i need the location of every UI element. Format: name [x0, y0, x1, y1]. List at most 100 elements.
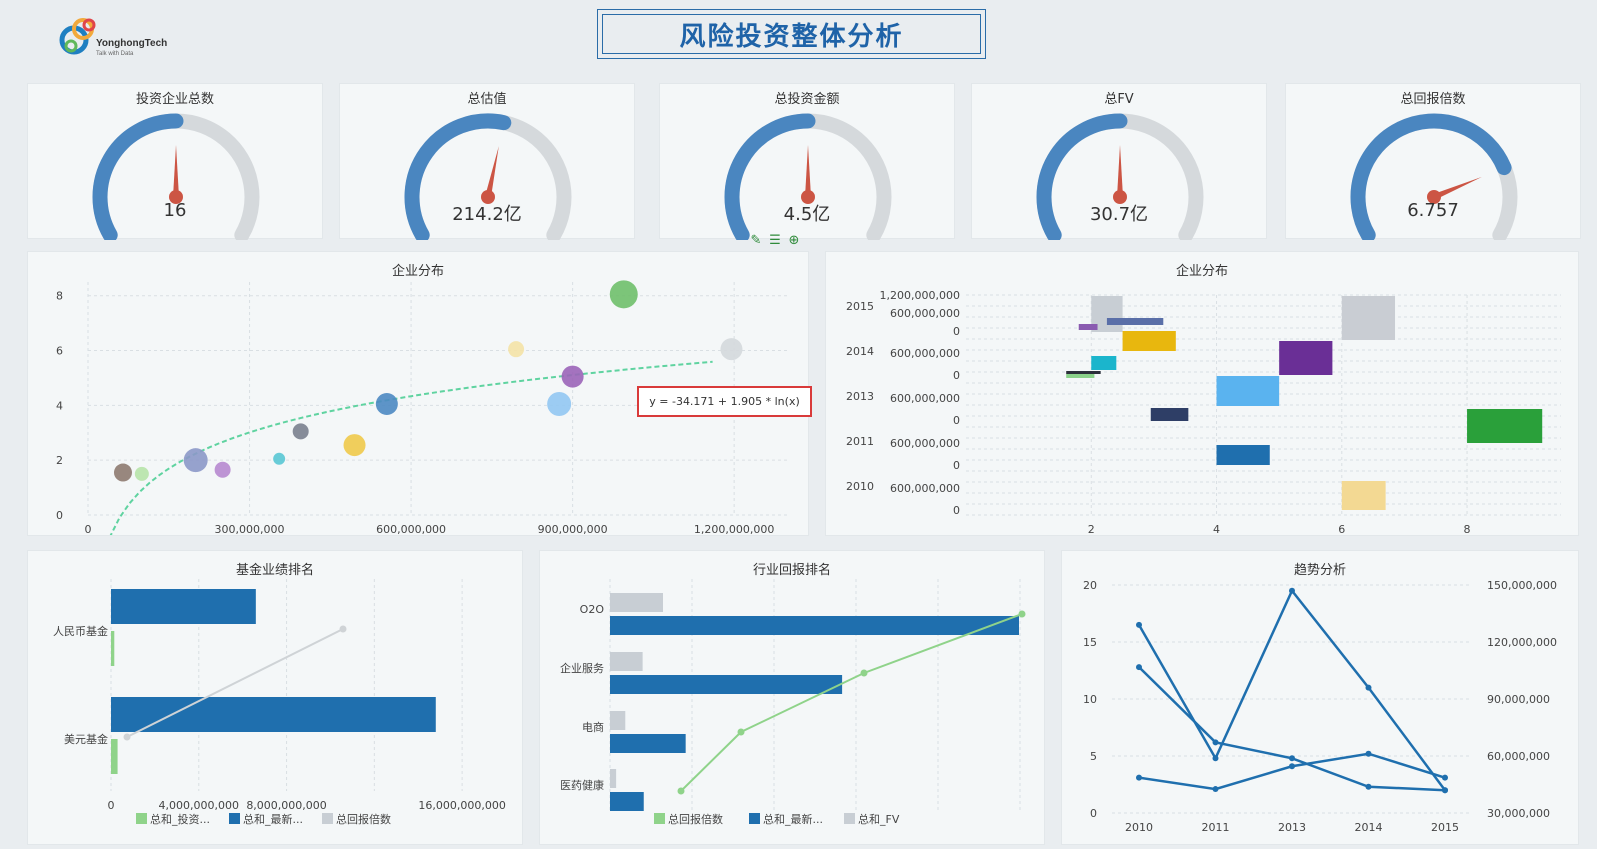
distribution-y-tick: 600,000,000 [890, 392, 960, 405]
trend-y-tick-left: 20 [1083, 579, 1097, 592]
industry-bar-latest [610, 792, 644, 811]
gauge-value: 4.5亿 [783, 204, 831, 225]
gauge-needle [485, 146, 499, 198]
fund-x-tick: 16,000,000,000 [418, 799, 505, 812]
gauge-card: 总估值 214.2亿 [339, 83, 635, 240]
distribution-x-tick: 4 [1213, 523, 1220, 535]
fund-legend-swatch [322, 813, 333, 824]
distribution-y-tick: 0 [953, 325, 960, 338]
trend-series-point [1136, 774, 1142, 781]
scatter-x-tick: 600,000,000 [376, 523, 446, 535]
scatter-point [609, 280, 638, 309]
distribution-bar [1341, 481, 1386, 510]
scatter-point [214, 461, 231, 478]
trend-x-tick: 2015 [1431, 821, 1459, 834]
scatter-y-tick: 4 [56, 399, 63, 412]
trend-y-tick-left: 10 [1083, 693, 1097, 706]
industry-category-label: 电商 [582, 720, 604, 734]
distribution-year-label: 2014 [846, 345, 874, 358]
logo: YonghongTech Talk with Data [58, 14, 188, 60]
distribution-bar [1216, 376, 1280, 406]
trend-series-point [1212, 755, 1219, 762]
industry-ranking-chart[interactable]: O2O 企业服务电商医药健康总回报倍数 总和_最新... 总和_FV [540, 551, 1044, 844]
trend-x-tick: 2014 [1355, 821, 1383, 834]
distribution-y-tick: 600,000,000 [890, 482, 960, 495]
distribution-x-tick: 2 [1088, 523, 1095, 535]
trend-series-point [1365, 750, 1372, 757]
trend-y-tick-left: 15 [1083, 636, 1097, 649]
industry-bar-fv [610, 711, 626, 730]
zoom-in-icon[interactable]: ⊕ [786, 233, 802, 249]
trend-y-tick-right: 90,000,000 [1487, 693, 1550, 706]
industry-legend-label: 总和_最新... [763, 812, 823, 826]
fund-ranking-panel: 基金业绩排名 0 4,000,000,000 8,000,000,000 16,000… [27, 550, 523, 845]
distribution-bar [1467, 409, 1543, 443]
distribution-year-label: 2011 [846, 435, 874, 448]
distribution-y-tick: 0 [953, 369, 960, 382]
distribution-y-tick: 600,000,000 [890, 347, 960, 360]
gauge-value: 6.757 [1407, 200, 1459, 221]
distribution-bar [1341, 296, 1396, 340]
industry-bar-latest [610, 616, 1019, 635]
scatter-point [183, 448, 208, 473]
trend-y-tick-left: 5 [1090, 750, 1097, 763]
scatter-point [508, 341, 525, 358]
industry-legend-label: 总回报倍数 [668, 812, 723, 826]
industry-category-label: O2O [580, 603, 605, 616]
fund-return-point [123, 733, 131, 741]
scatter-point [134, 466, 149, 481]
gauge-card: 投资企业总数 16 [27, 83, 323, 240]
fund-category-label: 人民币基金 [53, 624, 108, 638]
trend-x-tick: 2010 [1125, 821, 1153, 834]
fund-legend-swatch [229, 813, 240, 824]
trend-series-point [1289, 587, 1295, 594]
trend-series-point [1136, 664, 1142, 671]
trend-series-point [1365, 684, 1372, 691]
industry-category-label: 企业服务 [560, 661, 604, 675]
distribution-bar [1122, 331, 1176, 351]
gauge-card: 总FV 30.7亿 [971, 83, 1267, 240]
scatter-point [547, 391, 572, 416]
industry-category-label: 医药健康 [560, 778, 604, 792]
fund-legend-label: 总和_最新... [243, 812, 303, 826]
trend-y-tick-left: 0 [1090, 807, 1097, 820]
scatter-x-tick: 900,000,000 [538, 523, 608, 535]
distribution-chart[interactable]: 2 4 6 8 2015 1,200,000,000 600,000,000 0 2014 600… [826, 252, 1578, 535]
industry-return-point [860, 669, 868, 677]
gauge-value: 30.7亿 [1089, 204, 1149, 225]
distribution-bar [1150, 408, 1189, 421]
fund-x-tick: 8,000,000,000 [246, 799, 326, 812]
scatter-x-tick: 1,200,000,000 [694, 523, 774, 535]
list-icon[interactable]: ☰ [767, 233, 783, 249]
scatter-point [114, 463, 132, 482]
distribution-panel: 企业分布 2 4 6 8 2015 1,200,000,000 600,000,000 0 20… [825, 251, 1579, 536]
gauge-needle [805, 145, 811, 197]
distribution-year-label: 2015 [846, 300, 874, 313]
gauge-needle [1117, 145, 1123, 197]
distribution-x-tick: 8 [1464, 523, 1471, 535]
industry-bar-fv [610, 652, 643, 671]
distribution-year-label: 2010 [846, 480, 874, 493]
fund-ranking-chart[interactable]: 0 4,000,000,000 8,000,000,000 16,000,000,00… [28, 551, 522, 844]
industry-return-point [1018, 610, 1026, 618]
pencil-icon[interactable]: ✎ [748, 233, 764, 249]
trend-y-tick-right: 120,000,000 [1487, 636, 1557, 649]
industry-bar-latest [610, 734, 686, 753]
logo-tagline: Talk with Data [96, 51, 134, 57]
distribution-bar [1106, 318, 1164, 325]
distribution-y-tick: 600,000,000 [890, 437, 960, 450]
trend-series-point [1442, 774, 1448, 781]
fund-legend-label: 总回报倍数 [336, 812, 391, 826]
trend-x-tick: 2011 [1202, 821, 1230, 834]
trend-series-point [1365, 783, 1372, 790]
gauge-needle [173, 145, 179, 197]
fund-bar-latest [111, 697, 436, 732]
gauge-value: 16 [163, 200, 187, 221]
distribution-bar [1216, 445, 1270, 465]
scatter-y-tick: 8 [56, 290, 63, 303]
distribution-bar [1066, 374, 1095, 378]
trend-chart[interactable]: 0 5 10 15 20 30,000,000 60,000,000 90,000,000 12… [1062, 551, 1578, 844]
industry-ranking-panel: 行业回报排名 O2O 企业服务 电商 医药健康 总回报倍数 总和_最新... 总和_FV [539, 550, 1045, 845]
fund-category-label: 美元基金 [64, 732, 108, 746]
distribution-bar [1078, 324, 1098, 330]
